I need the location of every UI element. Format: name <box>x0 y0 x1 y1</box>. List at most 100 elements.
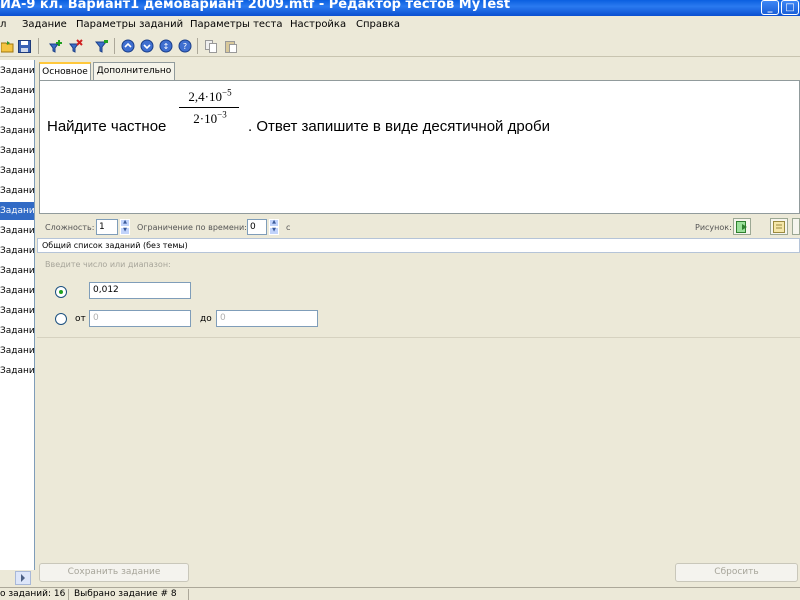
list-item[interactable]: Задание <box>0 362 34 380</box>
list-item[interactable]: Задание <box>0 162 34 180</box>
maximize-button[interactable]: □ <box>781 0 799 15</box>
menu-bar: л Задание Параметры заданий Параметры те… <box>0 16 800 34</box>
time-limit-stepper[interactable]: ▲ ▼ <box>269 219 279 235</box>
question-fraction: 2,4·10−5 2·10−3 <box>179 87 239 135</box>
load-picture-icon <box>772 220 785 233</box>
question-suffix: . Ответ запишите в виде десятичной дроби <box>248 118 551 135</box>
list-item[interactable]: Задание <box>0 262 34 280</box>
question-editor[interactable]: Найдите частное 2,4·10−5 2·10−3 . Ответ … <box>39 80 800 214</box>
list-item[interactable]: Задание <box>0 322 34 340</box>
stepper-up-icon[interactable]: ▲ <box>120 219 130 227</box>
filter-button[interactable] <box>94 38 110 54</box>
filter-icon <box>95 40 108 53</box>
fraction-numerator: 2,4·10−5 <box>179 87 241 105</box>
load-picture-button[interactable] <box>770 218 788 235</box>
delete-task-icon <box>69 39 83 53</box>
menu-settings[interactable]: Настройка <box>290 19 346 30</box>
fraction-line <box>179 107 239 108</box>
toolbar-separator <box>38 38 39 54</box>
list-item[interactable]: Задание <box>0 62 34 80</box>
stepper-down-icon[interactable]: ▼ <box>120 227 130 235</box>
exact-value-radio[interactable] <box>55 286 67 298</box>
insert-picture-button[interactable] <box>733 218 751 235</box>
list-item[interactable]: Задание <box>0 242 34 260</box>
menu-test-params[interactable]: Параметры теста <box>190 19 283 30</box>
move-up-button[interactable] <box>120 38 136 54</box>
add-task-icon <box>49 40 62 53</box>
minimize-icon: _ <box>767 2 773 13</box>
list-item[interactable]: Задание <box>0 282 34 300</box>
answer-hint: Введите число или диапазон: <box>45 260 171 269</box>
picture-extra-button[interactable] <box>792 218 800 235</box>
numerator-exponent: −5 <box>222 87 232 98</box>
list-item[interactable]: Задание <box>0 342 34 360</box>
paste-icon <box>224 40 237 53</box>
range-to-input[interactable]: 0 <box>216 310 318 327</box>
save-button[interactable] <box>16 38 32 54</box>
paste-button[interactable] <box>222 38 238 54</box>
numerator-base: 2,4·10 <box>188 89 222 104</box>
toolbar-separator <box>197 38 198 54</box>
title-bar: ИА-9 кл. Вариант1 демовариант 2009.mtf -… <box>0 0 800 16</box>
range-from-input[interactable]: 0 <box>89 310 191 327</box>
task-list: Задание Задание Задание Задание Задание Задан… <box>0 60 35 570</box>
move-down-icon <box>140 39 154 53</box>
move-down-button[interactable] <box>139 38 155 54</box>
task-properties: Сложность: 1 ▲ ▼ Ограничение по времени: … <box>37 216 800 238</box>
open-button[interactable] <box>0 38 16 54</box>
menu-file[interactable]: л <box>0 19 6 30</box>
question-prefix: Найдите частное <box>47 118 167 135</box>
save-task-button[interactable]: Сохранить задание <box>39 563 189 582</box>
reset-button[interactable]: Сбросить <box>675 563 798 582</box>
menu-help[interactable]: Справка <box>356 19 400 30</box>
status-total: о заданий: 16 <box>0 589 66 599</box>
list-item[interactable]: Задание <box>0 82 34 100</box>
insert-picture-icon <box>735 220 747 233</box>
minimize-button[interactable]: _ <box>761 0 779 15</box>
status-bar: о заданий: 16 Выбрано задание # 8 <box>0 587 800 600</box>
list-item[interactable]: Задание <box>0 182 34 200</box>
bottom-bar: Сохранить задание Сбросить <box>37 563 800 585</box>
menu-task-params[interactable]: Параметры заданий <box>76 19 183 30</box>
list-item[interactable]: Задание <box>0 202 34 220</box>
exact-value-input[interactable]: 0,012 <box>89 282 191 299</box>
move-button[interactable]: ↕ <box>158 38 174 54</box>
theme-select[interactable]: Общий список заданий (без темы) <box>37 238 800 253</box>
svg-text:↕: ↕ <box>163 42 170 51</box>
toolbar: ↕ ? <box>0 35 800 57</box>
fraction-denominator: 2·10−3 <box>185 110 235 127</box>
stepper-up-icon[interactable]: ▲ <box>269 219 279 227</box>
copy-icon <box>204 39 217 53</box>
range-radio[interactable] <box>55 313 67 325</box>
list-item[interactable]: Задание <box>0 222 34 240</box>
scroll-right-button[interactable] <box>15 571 31 585</box>
maximize-icon: □ <box>785 2 795 13</box>
tab-main[interactable]: Основное <box>39 62 91 81</box>
tab-additional[interactable]: Дополнительно <box>93 62 175 80</box>
help-icon: ? <box>178 39 192 53</box>
list-item[interactable]: Задание <box>0 102 34 120</box>
copy-button[interactable] <box>203 38 219 54</box>
stepper-down-icon[interactable]: ▼ <box>269 227 279 235</box>
list-item[interactable]: Задание <box>0 122 34 140</box>
move-icon: ↕ <box>159 39 173 53</box>
difficulty-label: Сложность: <box>45 223 95 232</box>
menu-task[interactable]: Задание <box>22 19 67 30</box>
delete-task-button[interactable] <box>68 38 84 54</box>
answer-panel: Введите число или диапазон: 0,012 от 0 д… <box>37 256 800 338</box>
help-button[interactable]: ? <box>177 38 193 54</box>
range-to-label: до <box>200 314 212 324</box>
status-separator <box>188 589 189 600</box>
add-task-button[interactable] <box>48 38 64 54</box>
save-icon <box>17 39 31 53</box>
difficulty-stepper[interactable]: ▲ ▼ <box>120 219 130 235</box>
window-title: ИА-9 кл. Вариант1 демовариант 2009.mtf -… <box>0 0 511 12</box>
main-panel: Основное Дополнительно Найдите частное 2… <box>37 60 800 587</box>
difficulty-input[interactable]: 1 <box>96 219 118 235</box>
list-item[interactable]: Задание <box>0 302 34 320</box>
status-selected: Выбрано задание # 8 <box>74 589 177 599</box>
list-item[interactable]: Задание <box>0 142 34 160</box>
open-icon <box>1 40 14 52</box>
time-limit-input[interactable]: 0 <box>247 219 267 235</box>
toolbar-separator <box>114 38 115 54</box>
